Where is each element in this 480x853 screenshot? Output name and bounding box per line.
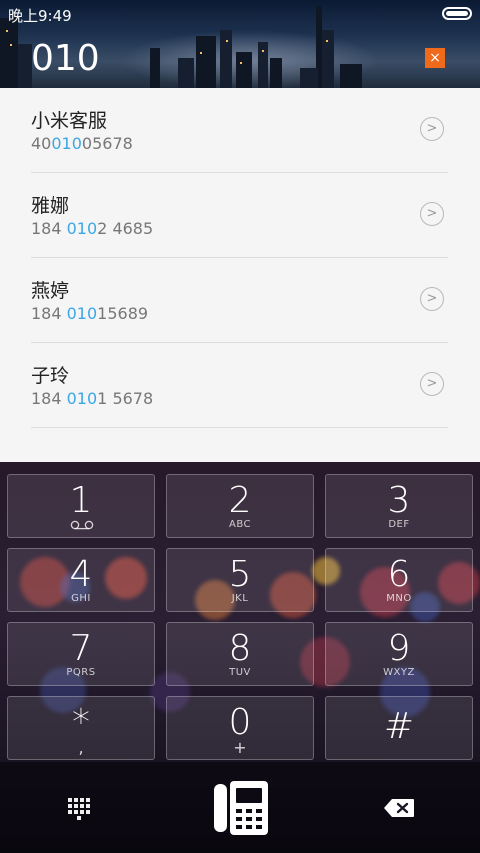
contact-detail-arrow-icon[interactable]: >	[420, 202, 444, 226]
key-digit: 4	[69, 554, 93, 595]
key-letters: WXYZ	[383, 667, 415, 678]
contact-row[interactable]: 雅娜 184 0102 4685 >	[31, 173, 448, 258]
contact-number: 184 01015689	[31, 304, 149, 323]
key-letters: JKL	[231, 593, 249, 604]
contact-name: 雅娜	[31, 195, 70, 217]
contact-row[interactable]: 子玲 184 0101 5678 >	[31, 343, 448, 428]
contact-name: 子玲	[31, 365, 70, 387]
status-bar: 晚上9:49	[0, 0, 480, 26]
matched-digits: 010	[51, 134, 82, 153]
key-7[interactable]: 7 PQRS	[7, 622, 155, 686]
key-hash[interactable]: #	[325, 696, 473, 760]
key-6[interactable]: 6 MNO	[325, 548, 473, 612]
header: 晚上9:49 010 ×	[0, 0, 480, 88]
key-star[interactable]: * ,	[7, 696, 155, 760]
key-digit: 9	[387, 628, 411, 669]
key-9[interactable]: 9 WXYZ	[325, 622, 473, 686]
key-digit: 8	[228, 628, 252, 669]
key-digit: 3	[387, 480, 411, 521]
key-letters: TUV	[229, 667, 251, 678]
key-digit: #	[383, 706, 415, 747]
key-8[interactable]: 8 TUV	[166, 622, 314, 686]
matched-digits: 010	[66, 219, 98, 238]
key-digit: 7	[69, 628, 93, 669]
key-digit: 2	[228, 480, 252, 521]
key-1[interactable]: 1	[7, 474, 155, 538]
contact-row[interactable]: 小米客服 4001005678 >	[31, 88, 448, 173]
backspace-icon[interactable]	[383, 798, 415, 818]
key-digit: 1	[69, 480, 93, 521]
key-digit: *	[72, 702, 90, 743]
dialed-number[interactable]: 010	[31, 38, 100, 79]
key-letters: ,	[78, 738, 84, 757]
key-4[interactable]: 4 GHI	[7, 548, 155, 612]
key-5[interactable]: 5 JKL	[166, 548, 314, 612]
key-letters: +	[233, 738, 247, 757]
key-digit: 0	[228, 702, 252, 743]
call-phone-icon[interactable]	[213, 781, 269, 835]
key-letters: GHI	[71, 593, 91, 604]
contact-number: 4001005678	[31, 134, 133, 153]
contact-detail-arrow-icon[interactable]: >	[420, 372, 444, 396]
contact-results-list: 小米客服 4001005678 > 雅娜 184 0102 4685 > 燕婷 …	[0, 88, 480, 462]
battery-icon	[442, 7, 472, 20]
voicemail-icon	[70, 520, 94, 530]
matched-digits: 010	[66, 389, 98, 408]
contact-detail-arrow-icon[interactable]: >	[420, 117, 444, 141]
contact-detail-arrow-icon[interactable]: >	[420, 287, 444, 311]
key-digit: 6	[387, 554, 411, 595]
key-3[interactable]: 3 DEF	[325, 474, 473, 538]
key-letters: MNO	[386, 593, 412, 604]
clear-input-button[interactable]: ×	[425, 48, 445, 68]
key-letters: PQRS	[66, 667, 96, 678]
matched-digits: 010	[66, 304, 98, 323]
status-time: 晚上9:49	[8, 7, 72, 25]
contact-number: 184 0101 5678	[31, 389, 154, 408]
key-0[interactable]: 0 +	[166, 696, 314, 760]
contact-name: 小米客服	[31, 110, 108, 132]
contact-name: 燕婷	[31, 280, 70, 302]
key-digit: 5	[228, 554, 252, 595]
contact-number: 184 0102 4685	[31, 219, 154, 238]
key-letters: ABC	[228, 519, 251, 530]
contact-row[interactable]: 燕婷 184 01015689 >	[31, 258, 448, 343]
dialer-action-bar	[0, 762, 480, 853]
key-2[interactable]: 2 ABC	[166, 474, 314, 538]
key-letters: DEF	[388, 519, 410, 530]
